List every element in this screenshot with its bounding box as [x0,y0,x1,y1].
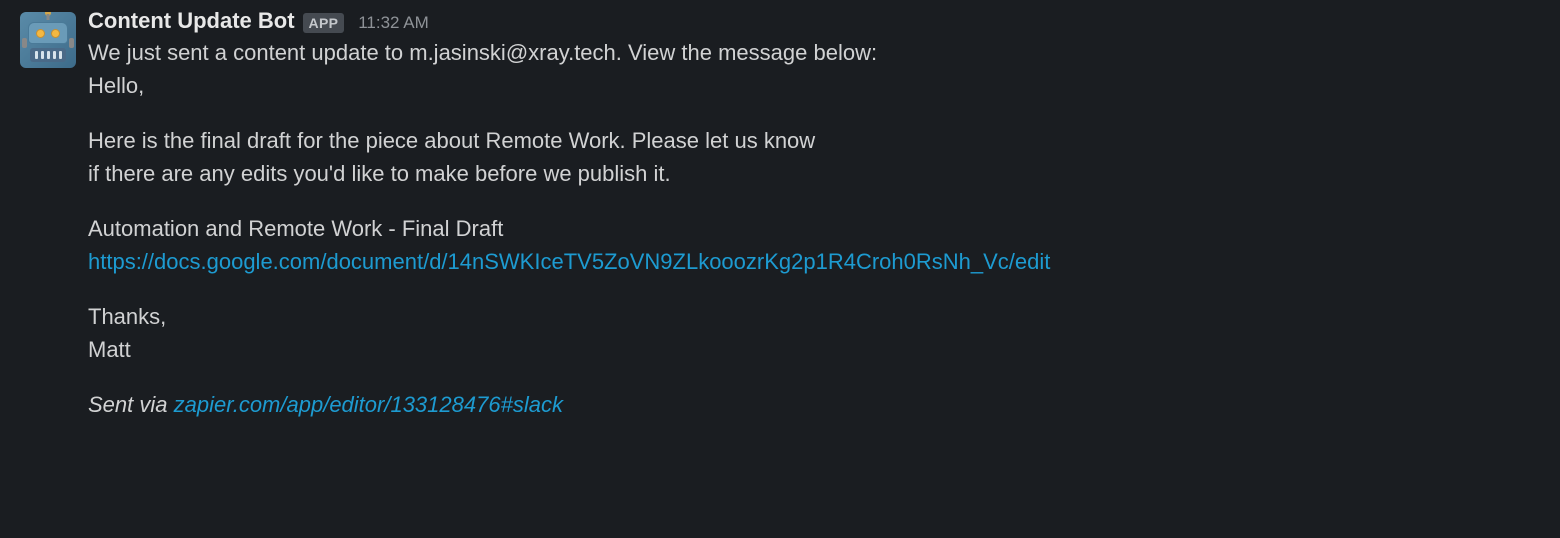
sent-via: Sent via zapier.com/app/editor/133128476… [88,388,1540,421]
doc-title-text: Automation and Remote Work - Final Draft [88,212,1540,245]
sent-via-prefix: Sent via [88,392,174,417]
doc-link[interactable]: https://docs.google.com/document/d/14nSW… [88,249,1050,274]
robot-icon [20,12,76,68]
message-header: Content Update Bot APP 11:32 AM [88,8,1540,34]
message-content: Content Update Bot APP 11:32 AM We just … [88,8,1540,421]
message-timestamp[interactable]: 11:32 AM [358,13,429,33]
app-badge: APP [303,13,345,33]
sent-via-link[interactable]: zapier.com/app/editor/133128476#slack [174,392,563,417]
sender-name[interactable]: Content Update Bot [88,8,295,34]
slack-message: Content Update Bot APP 11:32 AM We just … [0,0,1560,429]
signature-text: Matt [88,333,1540,366]
greeting-text: Hello, [88,69,1540,102]
body-text-line2: if there are any edits you'd like to mak… [88,157,1540,190]
body-text-line1: Here is the final draft for the piece ab… [88,124,1540,157]
intro-text: We just sent a content update to m.jasin… [88,36,1540,69]
message-body: We just sent a content update to m.jasin… [88,36,1540,421]
signoff-text: Thanks, [88,300,1540,333]
bot-avatar[interactable] [20,12,76,68]
